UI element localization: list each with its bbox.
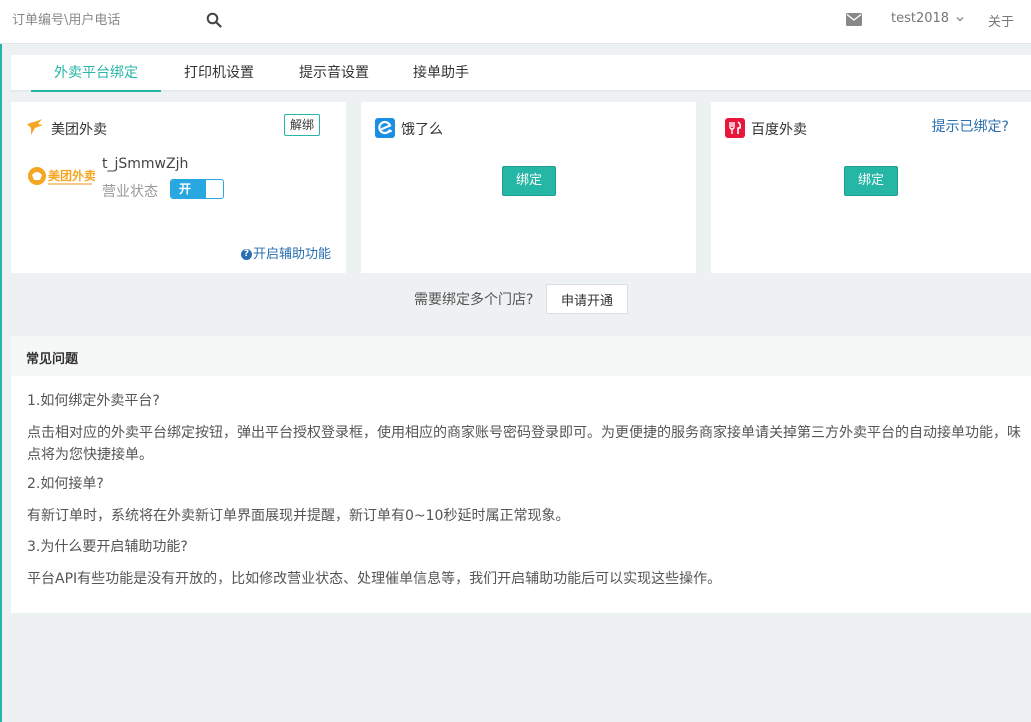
faq-body: 1.如何绑定外卖平台? 点击相对应的外卖平台绑定按钮，弹出平台授权登录框，使用相… [11, 376, 1031, 613]
unbind-button[interactable]: 解绑 [283, 114, 320, 136]
faq-answer: 点击相对应的外卖平台绑定按钮，弹出平台授权登录框，使用相应的商家账号密码登录即可… [27, 425, 1021, 463]
question-circle-icon: ? [240, 249, 252, 260]
tab-sound-settings[interactable]: 提示音设置 [294, 55, 374, 92]
baidu-bind-button[interactable]: 绑定 [844, 166, 898, 196]
faq-question: 3.为什么要开启辅助功能? [27, 539, 188, 555]
meituan-logo-text: 美团外卖 [48, 168, 95, 183]
baidu-logo-icon [725, 118, 745, 138]
faq-question: 2.如何接单? [27, 476, 104, 492]
search-input[interactable] [6, 7, 196, 33]
enable-assist-link[interactable]: ? 开启辅助功能 [240, 243, 331, 262]
card-title: 百度外卖 [751, 122, 807, 138]
card-title: 美团外卖 [51, 122, 107, 138]
multi-store-text: 需要绑定多个门店? [414, 292, 534, 308]
faq-title: 常见问题 [26, 352, 79, 367]
eleme-bind-button[interactable]: 绑定 [502, 166, 556, 196]
business-status-label: 营业状态 [102, 184, 158, 200]
baidu-card: 百度外卖 提示已绑定? 绑定 [711, 102, 1031, 273]
search-icon[interactable] [206, 12, 222, 28]
meituan-brand-logo: 美团外卖 [28, 167, 95, 185]
user-menu[interactable]: test2018 [891, 11, 965, 26]
faq-answer: 平台API有些功能是没有开放的，比如修改营业状态、处理催单信息等，我们开启辅助功… [27, 571, 722, 587]
settings-tabs: 外卖平台绑定 打印机设置 提示音设置 接单助手 [11, 55, 1031, 92]
mail-icon[interactable] [846, 13, 862, 26]
tab-order-assistant[interactable]: 接单助手 [409, 55, 473, 92]
faq-header: 常见问题 [11, 336, 1031, 376]
left-accent-bar [0, 0, 2, 722]
chevron-down-icon [956, 16, 964, 21]
eleme-logo-icon [375, 118, 395, 138]
meituan-card: 美团外卖 解绑 美团外卖 t_jSmmwZjh 营业状态 开 ? 开启辅助功能 [11, 102, 346, 273]
faq-answer: 有新订单时，系统将在外卖新订单界面展现并提醒，新订单有0~10秒延时属正常现象。 [27, 508, 570, 524]
already-bound-hint-link[interactable]: 提示已绑定? [932, 116, 1009, 136]
faq-question: 1.如何绑定外卖平台? [27, 393, 160, 409]
toggle-knob [208, 181, 222, 197]
assist-link-label: 开启辅助功能 [252, 247, 331, 262]
meituan-account: t_jSmmwZjh [102, 156, 189, 172]
meituan-logo-icon [27, 119, 43, 135]
tab-printer-settings[interactable]: 打印机设置 [179, 55, 259, 92]
apply-button[interactable]: 申请开通 [546, 284, 628, 314]
about-link[interactable]: 关于 [988, 11, 1014, 30]
toggle-on-label: 开 [171, 180, 206, 198]
tab-platform-binding[interactable]: 外卖平台绑定 [31, 55, 161, 92]
card-title: 饿了么 [401, 122, 443, 138]
business-status-toggle[interactable]: 开 [170, 179, 224, 199]
username: test2018 [891, 11, 950, 26]
eleme-card: 饿了么 绑定 [361, 102, 696, 273]
top-bar: test2018 关于 [0, 0, 1031, 44]
